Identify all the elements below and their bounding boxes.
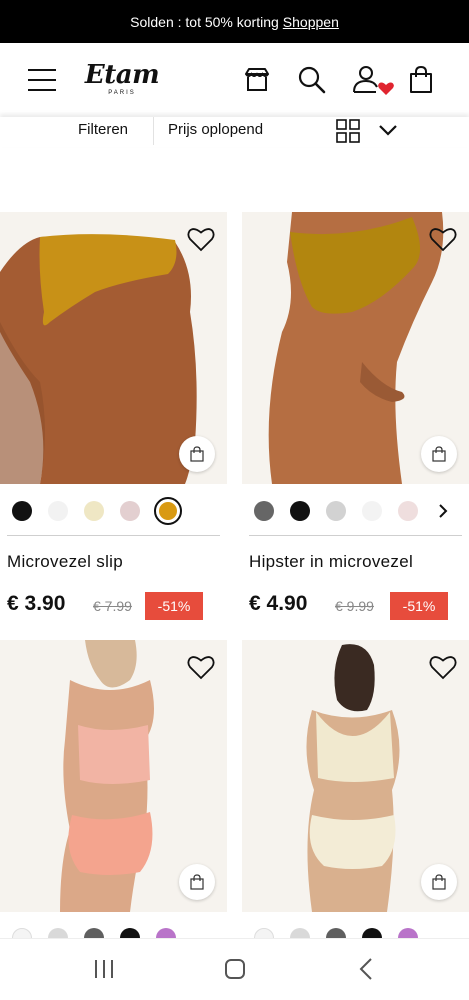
color-swatch[interactable] [326,501,346,521]
bag-icon [190,874,204,890]
filter-divider [153,117,154,145]
color-swatch[interactable] [398,928,418,938]
product-card[interactable] [0,640,227,938]
wishlist-heart-icon[interactable] [429,654,457,680]
account-wishlist-icon[interactable] [352,65,394,95]
color-swatch[interactable] [12,501,32,521]
product-old-price: € 7.99 [93,598,132,614]
product-image[interactable] [242,640,469,912]
color-swatch[interactable] [290,501,310,521]
brand-name: Etam [84,60,160,90]
color-swatch[interactable] [290,928,310,938]
color-swatch[interactable] [362,501,382,521]
brand-logo[interactable]: Etam PARIS [82,61,162,97]
bag-icon [432,874,446,890]
color-swatch[interactable] [48,928,68,938]
bag-icon [432,446,446,462]
filter-button[interactable]: Filteren [78,121,128,138]
sort-button[interactable]: Prijs oplopend [168,121,263,138]
promo-shop-link[interactable]: Shoppen [283,14,339,30]
color-swatch[interactable] [156,928,176,938]
color-swatch[interactable] [398,501,418,521]
cart-icon[interactable] [406,65,436,95]
site-header: Etam PARIS [0,43,469,117]
quick-add-button[interactable] [421,436,457,472]
product-name[interactable]: Hipster in microvezel [249,552,413,572]
product-image[interactable] [0,640,227,912]
divider [249,535,462,536]
color-swatch[interactable] [254,928,274,938]
grid-view-icon[interactable] [336,119,360,143]
quick-add-button[interactable] [179,436,215,472]
discount-badge: -51% [145,592,203,620]
color-swatch[interactable] [326,928,346,938]
search-icon[interactable] [297,65,327,95]
home-icon[interactable] [224,958,246,980]
product-name[interactable]: Microvezel slip [7,552,123,572]
discount-badge: -51% [390,592,448,620]
color-swatch[interactable] [48,501,68,521]
product-card[interactable]: Hipster in microvezel € 4.90 € 9.99 -51% [242,212,469,632]
quick-add-button[interactable] [179,864,215,900]
product-price: € 4.90 [249,592,308,615]
color-swatch[interactable] [120,928,140,938]
chevron-right-icon[interactable] [437,503,449,519]
back-icon[interactable] [358,957,374,981]
promo-text: Solden : tot 50% korting [130,13,279,30]
system-nav-bar [0,938,469,1000]
product-image[interactable] [242,212,469,484]
color-swatch[interactable] [362,928,382,938]
divider [7,535,220,536]
color-swatch[interactable] [12,928,32,938]
filter-bar: Filteren Prijs oplopend [0,117,469,147]
color-swatches [242,497,462,523]
product-card[interactable]: Microvezel slip € 3.90 € 7.99 -51% [0,212,227,632]
product-price: € 3.90 [7,592,66,615]
product-old-price: € 9.99 [335,598,374,614]
color-swatch[interactable] [84,501,104,521]
recent-apps-icon[interactable] [92,959,116,979]
color-swatches [0,497,220,525]
menu-icon[interactable] [28,69,56,91]
chevron-down-icon[interactable] [378,123,398,137]
color-swatch-selected[interactable] [154,497,182,525]
quick-add-button[interactable] [421,864,457,900]
store-icon[interactable] [242,65,272,95]
wishlist-heart-icon[interactable] [187,226,215,252]
color-swatch[interactable] [120,501,140,521]
bag-icon [190,446,204,462]
wishlist-heart-icon[interactable] [429,226,457,252]
product-image[interactable] [0,212,227,484]
wishlist-heart-icon[interactable] [187,654,215,680]
swatch-row-partial [0,926,469,938]
color-swatch[interactable] [254,501,274,521]
product-card[interactable] [242,640,469,938]
promo-bar: Solden : tot 50% korting Shoppen [0,0,469,43]
brand-subtitle: PARIS [108,90,136,96]
color-swatch[interactable] [84,928,104,938]
